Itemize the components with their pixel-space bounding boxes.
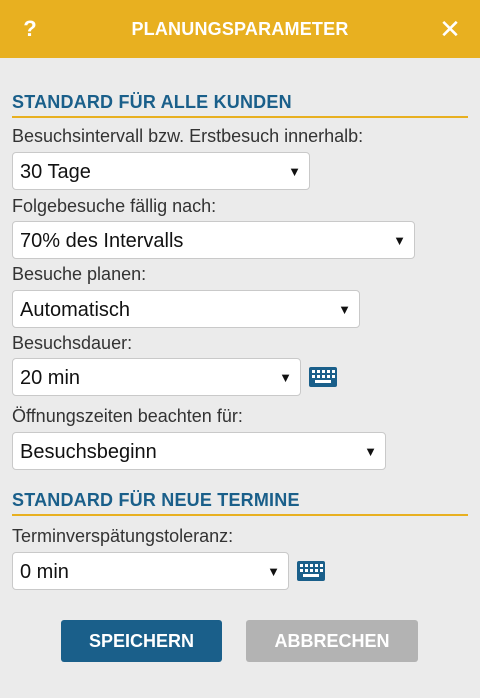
- interval-label: Besuchsintervall bzw. Erstbesuch innerha…: [12, 126, 364, 146]
- plan-select[interactable]: Automatisch ▼: [12, 290, 360, 328]
- followup-label: Folgebesuche fällig nach:: [12, 196, 217, 216]
- chevron-down-icon: ▼: [338, 302, 351, 317]
- chevron-down-icon: ▼: [393, 233, 406, 248]
- tolerance-value: 0 min: [20, 561, 69, 583]
- duration-value: 20 min: [20, 367, 81, 389]
- interval-select[interactable]: 30 Tage ▼: [12, 152, 310, 190]
- section-heading-appointments: STANDARD FÜR NEUE TERMINE: [12, 490, 468, 516]
- dialog-title: PLANUNGSPARAMETER: [131, 19, 349, 39]
- hours-label: Öffnungszeiten beachten für:: [12, 406, 243, 426]
- plan-label: Besuche planen:: [12, 264, 147, 284]
- chevron-down-icon: ▼: [364, 444, 377, 459]
- cancel-button[interactable]: ABBRECHEN: [246, 620, 418, 662]
- followup-select[interactable]: 70% des Intervalls ▼: [12, 221, 415, 259]
- followup-value: 70% des Intervalls: [20, 230, 184, 252]
- hours-select[interactable]: Besuchsbeginn ▼: [12, 432, 386, 470]
- keyboard-icon[interactable]: [296, 560, 326, 582]
- dialog-header: ? PLANUNGSPARAMETER ✕: [0, 0, 480, 58]
- plan-value: Automatisch: [20, 299, 131, 321]
- hours-value: Besuchsbeginn: [20, 441, 157, 463]
- duration-select[interactable]: 20 min ▼: [12, 358, 301, 396]
- chevron-down-icon: ▼: [267, 564, 280, 579]
- interval-value: 30 Tage: [20, 161, 91, 183]
- save-button[interactable]: SPEICHERN: [61, 620, 222, 662]
- chevron-down-icon: ▼: [279, 370, 292, 385]
- keyboard-icon[interactable]: [308, 366, 338, 388]
- duration-label: Besuchsdauer:: [12, 333, 133, 353]
- chevron-down-icon: ▼: [288, 164, 301, 179]
- close-button[interactable]: ✕: [436, 12, 464, 46]
- tolerance-label: Terminverspätungstoleranz:: [12, 526, 234, 546]
- tolerance-select[interactable]: 0 min ▼: [12, 552, 289, 590]
- section-heading-customers: STANDARD FÜR ALLE KUNDEN: [12, 92, 468, 118]
